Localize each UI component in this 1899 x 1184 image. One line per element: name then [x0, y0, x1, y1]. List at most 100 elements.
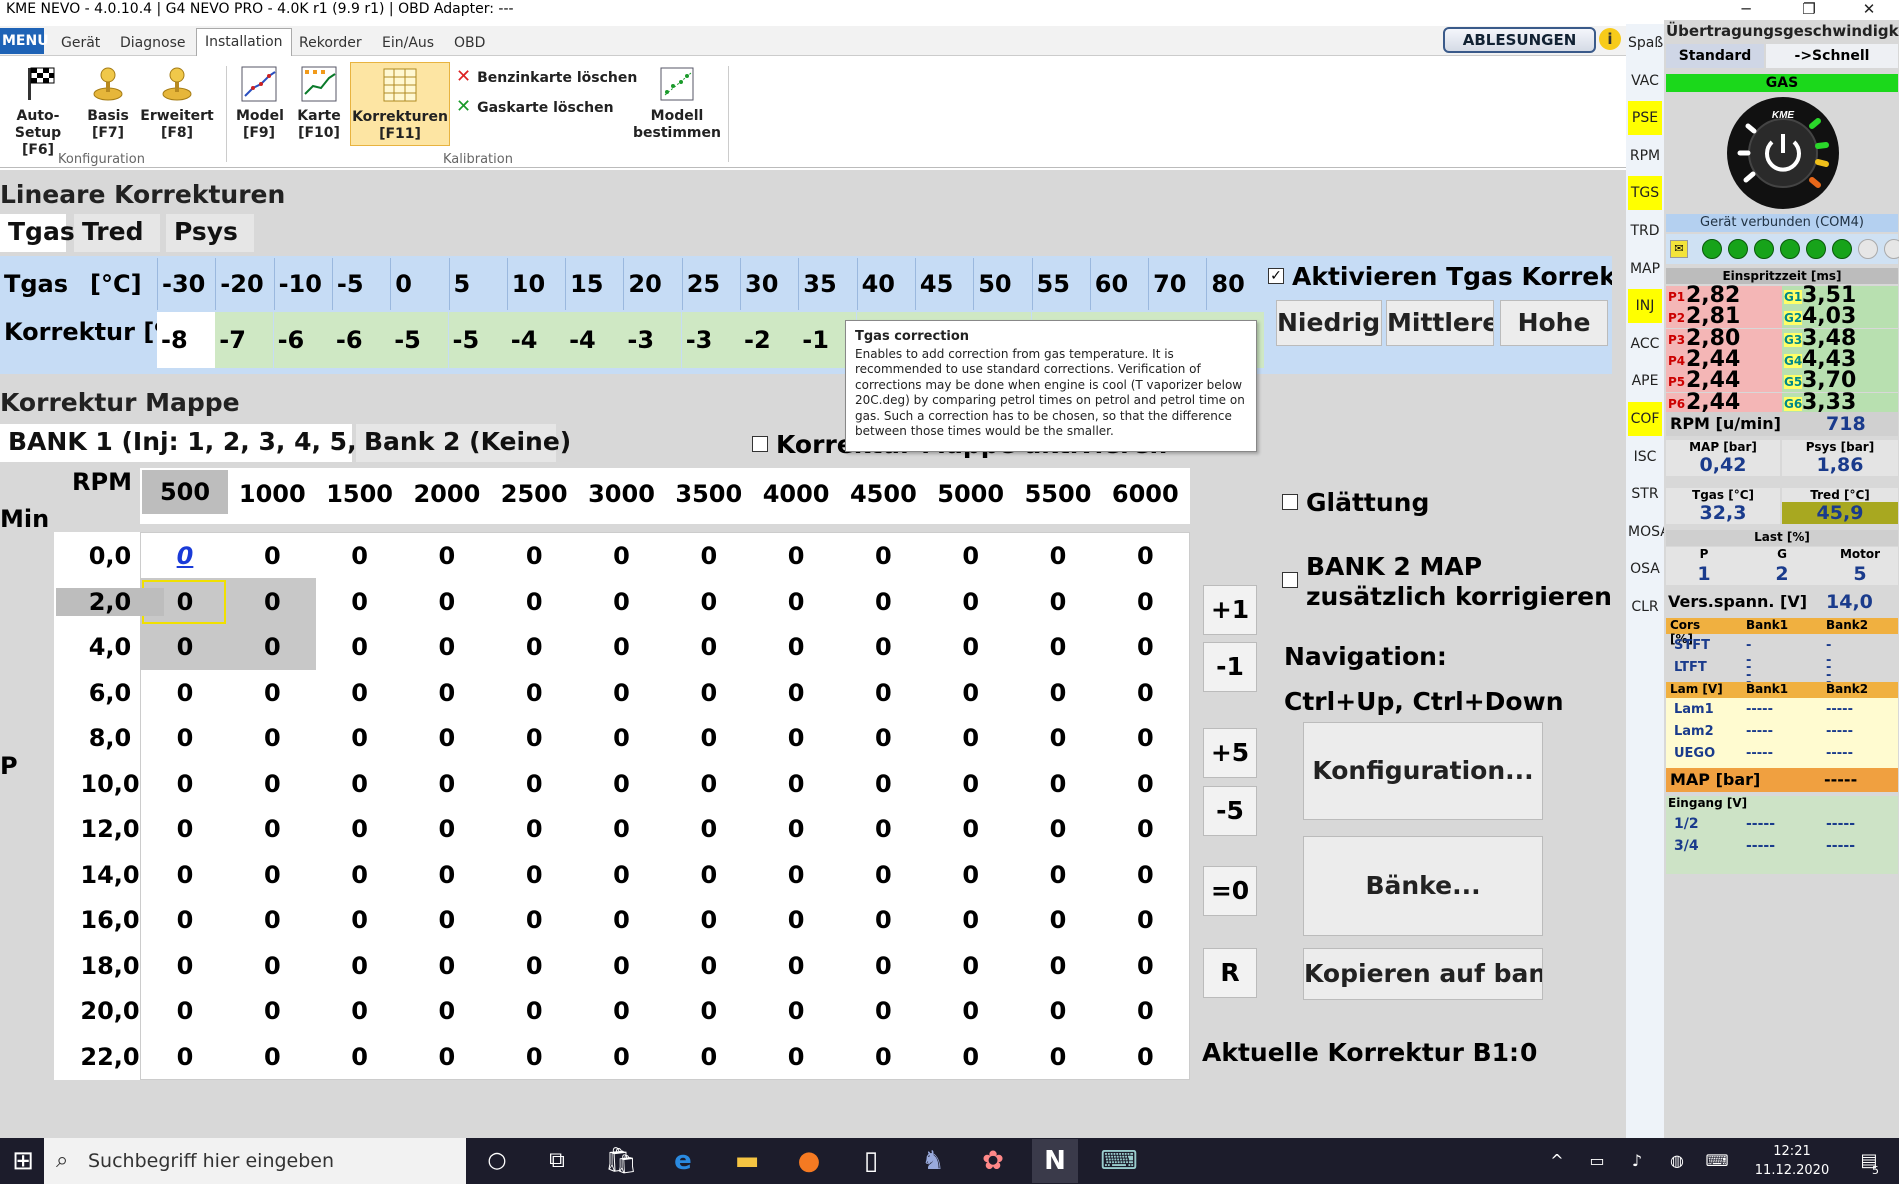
map-cell[interactable]: 0	[142, 997, 228, 1025]
minus-5-button[interactable]: -5	[1203, 786, 1257, 836]
map-cell[interactable]: 0	[404, 679, 490, 707]
tab-tred[interactable]: Tred	[74, 214, 160, 252]
mittleren-button[interactable]: Mittleren	[1386, 300, 1494, 346]
linear-value-cell[interactable]: -6	[273, 312, 332, 368]
map-cell[interactable]: 0	[666, 542, 752, 570]
map-cell[interactable]: 0	[1102, 815, 1188, 843]
restore-button[interactable]: ❐	[1779, 0, 1839, 20]
map-cell[interactable]: 0	[666, 679, 752, 707]
map-cell[interactable]: 0	[491, 815, 577, 843]
strip-button-acc[interactable]: ACC	[1628, 327, 1662, 361]
tab-psys[interactable]: Psys	[166, 214, 254, 252]
map-cell[interactable]: 0	[142, 861, 228, 889]
map-cell[interactable]: 0	[1102, 906, 1188, 934]
speed-fast-button[interactable]: ->Schnell	[1766, 44, 1898, 68]
rpm-header-cell[interactable]: 3000	[579, 480, 665, 508]
map-cell[interactable]: 0	[753, 952, 839, 980]
set-zero-button[interactable]: =0	[1203, 866, 1257, 916]
strip-button-osa[interactable]: OSA	[1628, 552, 1662, 586]
strip-button-spaß[interactable]: Spaß	[1628, 26, 1663, 60]
map-cell[interactable]: 0	[317, 997, 403, 1025]
map-cell[interactable]: 0	[404, 906, 490, 934]
modell-bestimmen-button[interactable]: Modell bestimmen	[630, 64, 724, 142]
map-cell[interactable]: 0	[666, 906, 752, 934]
map-cell[interactable]: 0	[404, 588, 490, 616]
map-cell[interactable]: 0	[491, 1043, 577, 1071]
map-cell[interactable]: 0	[753, 906, 839, 934]
map-cell[interactable]: 0	[229, 1043, 315, 1071]
map-cell[interactable]: 0	[840, 724, 926, 752]
map-cell[interactable]: 0	[840, 997, 926, 1025]
info-icon[interactable]: i	[1599, 28, 1621, 50]
rpm-header-cell[interactable]: 5500	[1015, 480, 1101, 508]
strip-button-ape[interactable]: APE	[1628, 364, 1662, 398]
map-cell[interactable]: 0	[840, 770, 926, 798]
rpm-header-cell[interactable]: 3500	[666, 480, 752, 508]
linear-value-cell[interactable]: -5	[448, 312, 507, 368]
app-icon[interactable]: ♞	[910, 1139, 956, 1183]
niedrige-button[interactable]: Niedrige	[1276, 300, 1382, 346]
map-cell[interactable]: 0	[579, 542, 665, 570]
map-cell[interactable]: 0	[142, 815, 228, 843]
map-cell[interactable]: 0	[928, 815, 1014, 843]
map-cell[interactable]: 0	[404, 724, 490, 752]
map-cell[interactable]: 0	[1015, 770, 1101, 798]
map-cell[interactable]: 0	[1102, 997, 1188, 1025]
map-cell[interactable]: 0	[1102, 542, 1188, 570]
map-cell[interactable]: 0	[142, 952, 228, 980]
rpm-header-cell[interactable]: 1000	[229, 480, 315, 508]
map-cell[interactable]: 0	[753, 770, 839, 798]
fuel-switch-icon[interactable]: KME	[1726, 96, 1840, 210]
speed-standard-button[interactable]: Standard	[1666, 44, 1764, 68]
tab-ein-aus[interactable]: Ein/Aus	[374, 30, 442, 56]
map-cell[interactable]: 0	[1102, 770, 1188, 798]
tab-bank-2[interactable]: Bank 2 (Keine)	[356, 424, 571, 462]
minus-1-button[interactable]: -1	[1203, 642, 1257, 692]
map-cell[interactable]: 0	[404, 861, 490, 889]
map-cell[interactable]: 0	[491, 997, 577, 1025]
konfiguration-button[interactable]: Konfiguration...	[1303, 722, 1543, 820]
map-cell[interactable]: 0	[666, 633, 752, 661]
file-explorer-icon[interactable]: ▬	[724, 1139, 770, 1183]
notepad-icon[interactable]: ▯	[848, 1139, 894, 1183]
map-cell[interactable]: 0	[753, 815, 839, 843]
map-cell[interactable]: 0	[579, 861, 665, 889]
glaettung-checkbox[interactable]: Glättung	[1282, 488, 1429, 517]
linear-value-cell[interactable]: -8	[157, 312, 215, 368]
map-cell[interactable]: 0	[928, 770, 1014, 798]
map-cell[interactable]: 0	[840, 633, 926, 661]
minimize-button[interactable]: ─	[1716, 0, 1776, 20]
map-cell[interactable]: 0	[491, 952, 577, 980]
map-cell[interactable]: 0	[317, 861, 403, 889]
map-cell[interactable]: 0	[753, 1043, 839, 1071]
map-cell[interactable]: 0	[317, 588, 403, 616]
strip-button-str[interactable]: STR	[1628, 477, 1662, 511]
strip-button-vac[interactable]: VAC	[1628, 64, 1662, 98]
map-cell[interactable]: 0	[142, 1043, 228, 1071]
linear-value-cell[interactable]: -5	[390, 312, 449, 368]
map-cell[interactable]: 0	[928, 588, 1014, 616]
gaskarte-loeschen-button[interactable]: ✕ Gaskarte löschen	[456, 96, 614, 117]
menu-button[interactable]: MENU	[0, 28, 49, 54]
search-box[interactable]: ⌕ Suchbegriff hier eingeben	[44, 1138, 466, 1184]
rpm-header-cell[interactable]: 4000	[753, 480, 839, 508]
map-cell[interactable]: 0	[1015, 815, 1101, 843]
rpm-header-cell[interactable]: 1500	[317, 480, 403, 508]
tab-geraet[interactable]: Gerät	[53, 30, 108, 56]
close-button[interactable]: ✕	[1839, 0, 1899, 20]
map-cell[interactable]: 0	[229, 861, 315, 889]
map-cell[interactable]: 0	[840, 952, 926, 980]
map-cell[interactable]: 0	[840, 542, 926, 570]
strip-button-map[interactable]: MAP	[1628, 252, 1662, 286]
map-cell[interactable]: 0	[666, 770, 752, 798]
map-cell[interactable]: 0	[840, 679, 926, 707]
map-cell[interactable]: 0	[1015, 997, 1101, 1025]
map-cell[interactable]: 0	[753, 633, 839, 661]
map-cell[interactable]: 0	[491, 588, 577, 616]
map-cell[interactable]: 0	[579, 906, 665, 934]
map-cell[interactable]: 0	[142, 679, 228, 707]
map-cell[interactable]: 0	[404, 770, 490, 798]
map-cell[interactable]: 0	[840, 815, 926, 843]
map-cell[interactable]: 0	[579, 770, 665, 798]
map-cell[interactable]: 0	[142, 588, 228, 616]
